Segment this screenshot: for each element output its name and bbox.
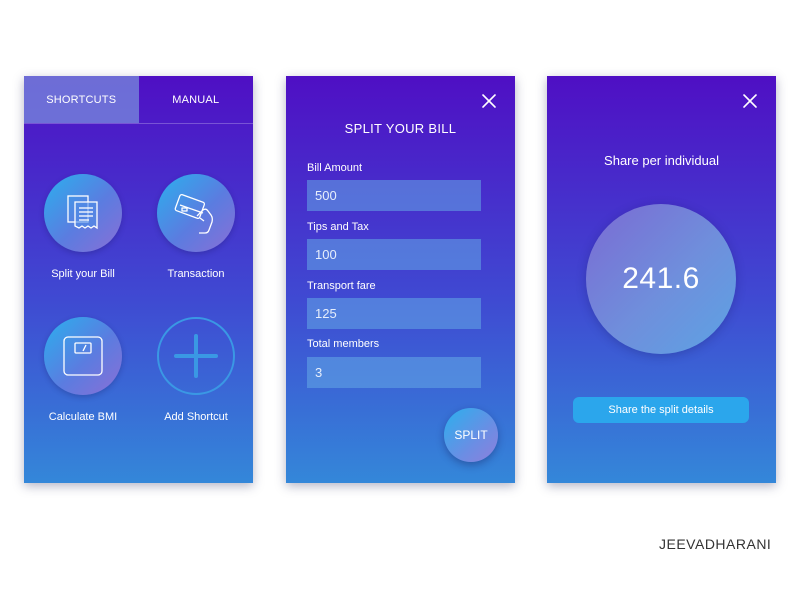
tab-shortcuts[interactable]: SHORTCUTS xyxy=(24,76,139,123)
transport-fare-field[interactable] xyxy=(307,298,481,329)
split-bill-label: Split your Bill xyxy=(51,268,115,280)
transaction-shortcut[interactable]: Transaction xyxy=(141,174,251,280)
close-icon[interactable] xyxy=(481,93,497,109)
tips-tax-field[interactable] xyxy=(307,239,481,270)
share-result-screen: Share per individual 241.6 Share the spl… xyxy=(547,76,776,483)
designer-credit: JEEVADHARANI xyxy=(659,536,772,552)
add-shortcut[interactable]: Add Shortcut xyxy=(141,317,251,423)
transaction-label: Transaction xyxy=(167,268,225,280)
tab-manual[interactable]: MANUAL xyxy=(139,76,254,123)
close-icon[interactable] xyxy=(742,93,758,109)
add-shortcut-label: Add Shortcut xyxy=(164,411,228,423)
split-button[interactable]: SPLIT xyxy=(444,408,498,462)
bmi-shortcut[interactable]: Calculate BMI xyxy=(28,317,138,423)
bmi-label: Calculate BMI xyxy=(48,411,118,423)
share-title: Share per individual xyxy=(604,153,719,168)
shortcuts-screen: SHORTCUTS MANUAL Split your Bill Transac… xyxy=(24,76,253,483)
total-members-field[interactable] xyxy=(307,357,481,388)
split-bill-screen: SPLIT YOUR BILL Bill Amount Tips and Tax… xyxy=(286,76,515,483)
transport-fare-label: Transport fare xyxy=(307,280,376,292)
plus-icon xyxy=(157,317,235,395)
total-members-label: Total members xyxy=(307,338,380,350)
tab-bar: SHORTCUTS MANUAL xyxy=(24,76,253,124)
share-details-button[interactable]: Share the split details xyxy=(573,397,749,423)
bill-amount-field[interactable] xyxy=(307,180,481,211)
page-title: SPLIT YOUR BILL xyxy=(344,121,457,136)
share-value: 241.6 xyxy=(622,262,700,295)
bill-amount-label: Bill Amount xyxy=(307,162,363,174)
receipt-icon xyxy=(44,174,122,252)
tips-tax-label: Tips and Tax xyxy=(307,221,369,233)
split-bill-shortcut[interactable]: Split your Bill xyxy=(28,174,138,280)
card-in-hand-icon xyxy=(157,174,235,252)
share-value-circle: 241.6 xyxy=(586,204,736,354)
scale-icon xyxy=(44,317,122,395)
